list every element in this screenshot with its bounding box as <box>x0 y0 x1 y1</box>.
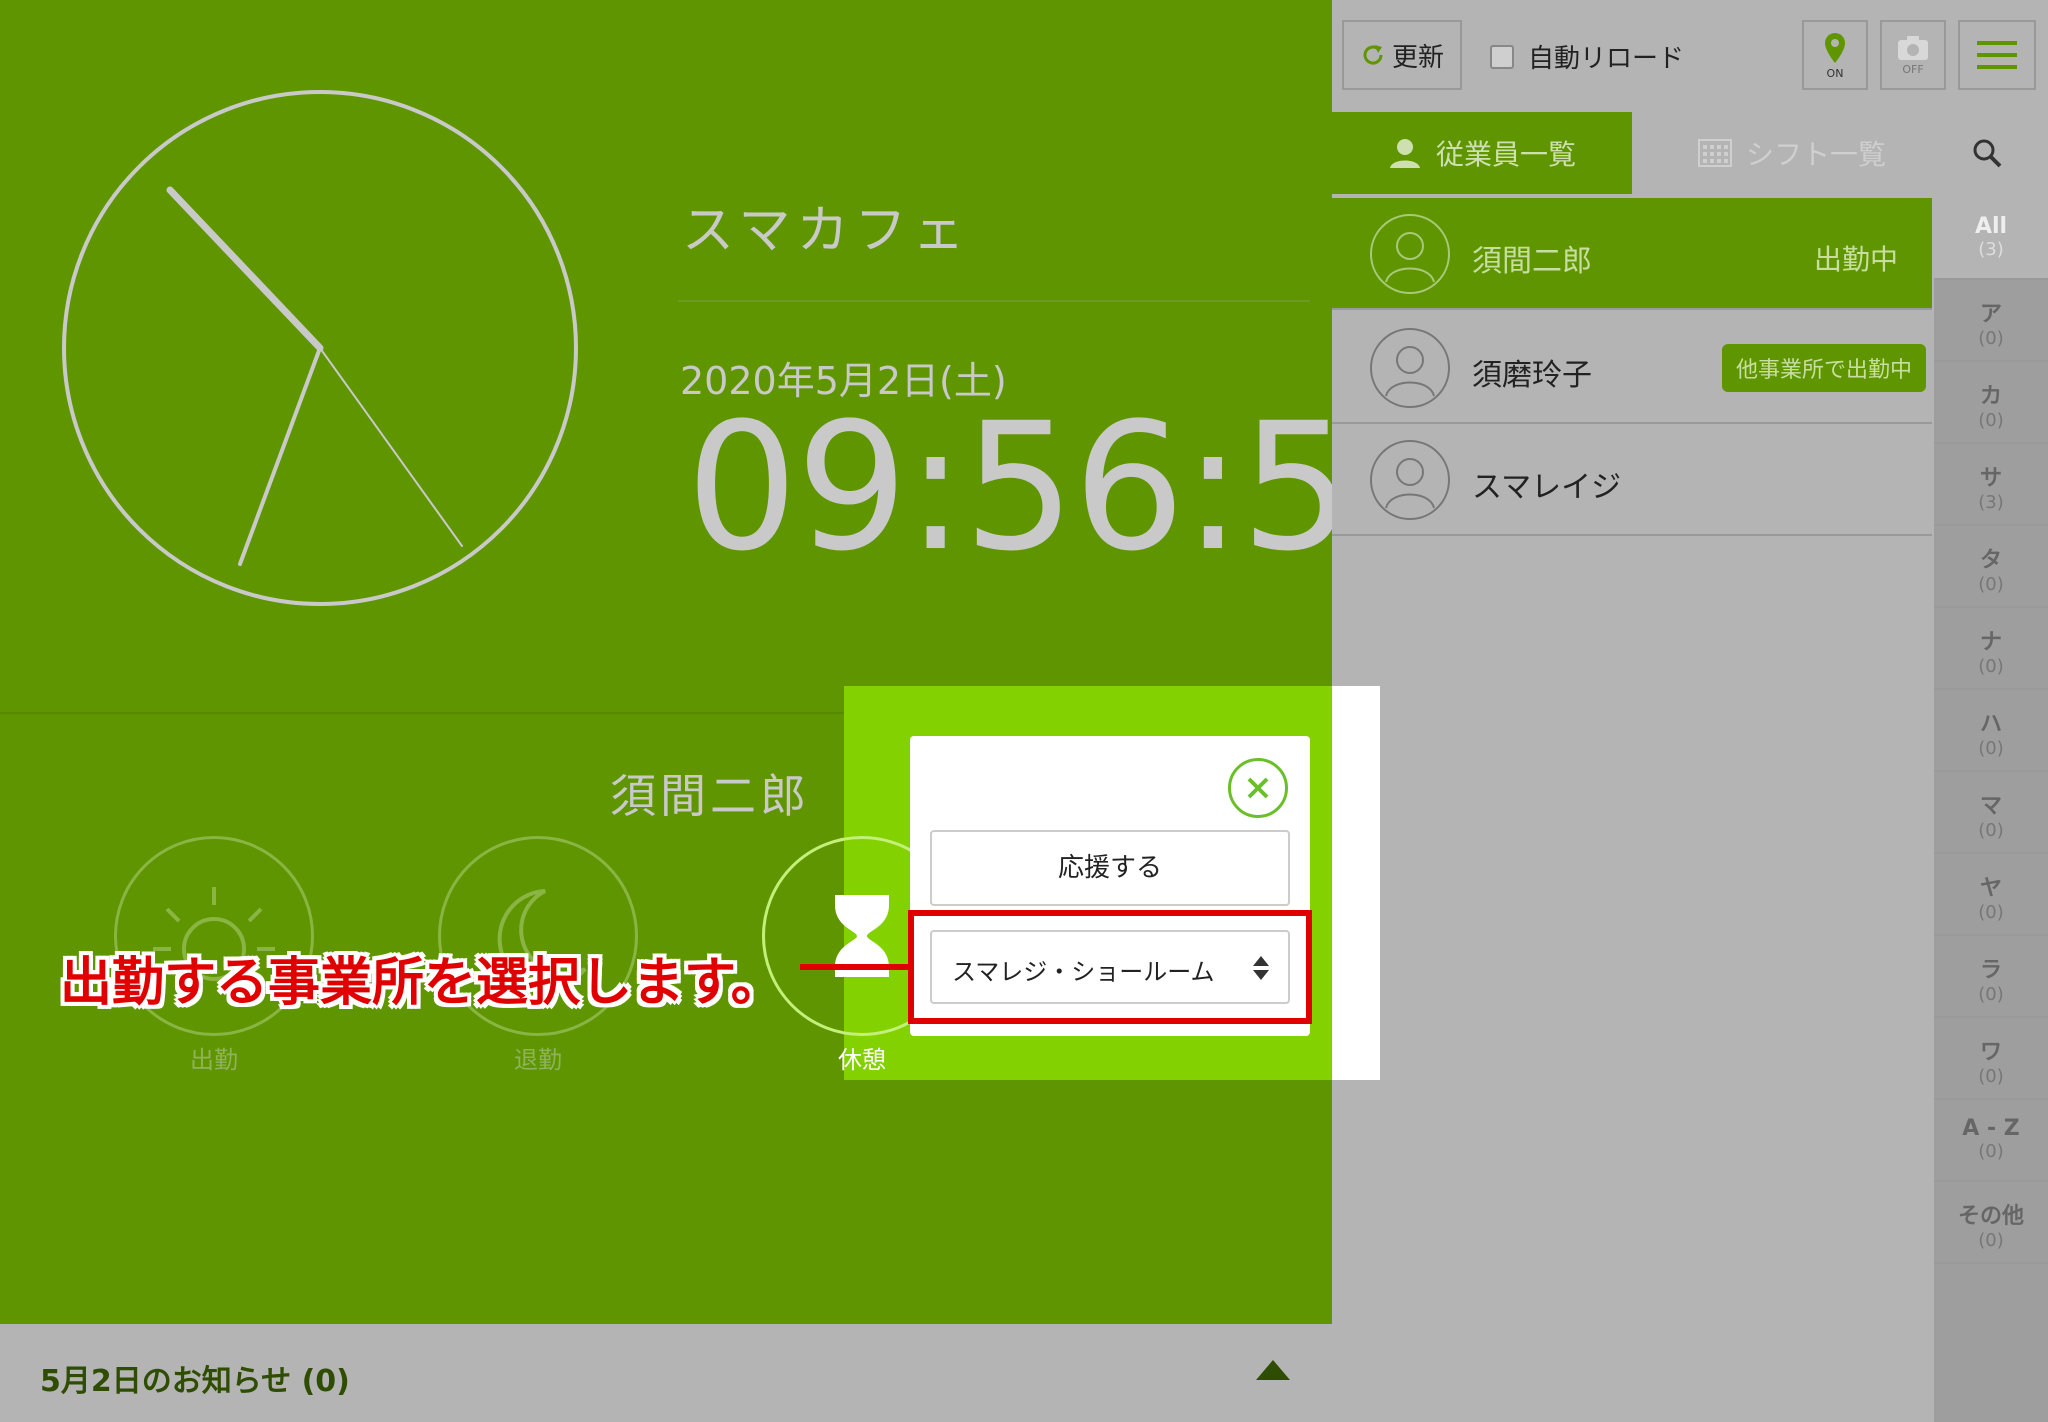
map-pin-icon <box>1825 32 1845 63</box>
index-count: (0) <box>1978 1141 2004 1162</box>
callout-line <box>800 964 910 970</box>
refresh-icon <box>1363 45 1383 65</box>
index-key: ワ <box>1979 1040 2002 1065</box>
employee-row[interactable]: 須間二郎 出勤中 <box>1332 198 1932 310</box>
location-button[interactable]: ON <box>1802 20 1868 90</box>
tab-shifts[interactable]: シフト一覧 <box>1632 112 1952 194</box>
analog-clock <box>62 90 578 606</box>
index-item-wa[interactable]: ワ (0) <box>1934 1018 2048 1100</box>
index-key: ヤ <box>1979 876 2002 901</box>
index-item-na[interactable]: ナ (0) <box>1934 608 2048 690</box>
camera-button[interactable]: OFF <box>1880 20 1946 90</box>
index-item-ha[interactable]: ハ (0) <box>1934 690 2048 772</box>
index-count: (0) <box>1978 984 2004 1005</box>
highlight-edge <box>1332 686 1380 1080</box>
person-icon <box>1385 232 1435 283</box>
employee-name: スマレイジ <box>1472 470 1622 505</box>
index-item-ya[interactable]: ヤ (0) <box>1934 854 2048 936</box>
highlight-box <box>908 910 1312 1024</box>
index-key: ハ <box>1979 712 2002 737</box>
break-label: 休憩 <box>838 1046 886 1074</box>
kana-index: All (3) ア (0) カ (0) サ (3) タ (0) ナ (0) ハ (0) マ (0… <box>1934 198 2048 1422</box>
index-item-ma[interactable]: マ (0) <box>1934 772 2048 854</box>
index-key: All <box>1974 214 2008 239</box>
camera-status: OFF <box>1902 62 1924 76</box>
notice-label: 5月2日のお知らせ (0) <box>40 1364 350 1399</box>
index-item-ta[interactable]: タ (0) <box>1934 526 2048 608</box>
calendar-grid-icon <box>1697 139 1732 167</box>
index-count: (0) <box>1978 1230 2004 1251</box>
index-count: (0) <box>1978 574 2004 595</box>
employee-row[interactable]: スマレイジ <box>1332 424 1932 536</box>
divider <box>678 300 1310 302</box>
hamburger-icon <box>1977 41 2017 69</box>
index-key: A - Z <box>1962 1116 2020 1141</box>
index-item-ka[interactable]: カ (0) <box>1934 362 2048 444</box>
index-count: (0) <box>1978 738 2004 759</box>
callout-text: 出勤する事業所を選択します。 <box>60 953 783 1013</box>
index-count: (3) <box>1978 492 2004 513</box>
employee-name: 須間二郎 <box>1472 244 1592 279</box>
close-button[interactable] <box>1228 758 1288 818</box>
index-key: ラ <box>1979 958 2002 983</box>
index-key: マ <box>1979 794 2002 819</box>
avatar <box>1370 214 1450 294</box>
tab-shifts-label: シフト一覧 <box>1745 138 1886 171</box>
index-item-az[interactable]: A - Z (0) <box>1934 1100 2048 1182</box>
avatar <box>1370 440 1450 520</box>
index-item-ra[interactable]: ラ (0) <box>1934 936 2048 1018</box>
index-key: サ <box>1979 466 2002 491</box>
employee-sidebar: 更新 自動リロード ON OFF 従業員一覧 シフト一覧 須間二郎 出勤中 須磨… <box>1332 0 2048 1422</box>
chevron-up-icon[interactable] <box>1256 1360 1290 1380</box>
auto-reload-toggle[interactable]: 自動リロード <box>1490 38 1684 75</box>
auto-reload-checkbox[interactable] <box>1490 44 1514 69</box>
menu-button[interactable] <box>1958 20 2036 90</box>
index-count: (0) <box>1978 1066 2004 1087</box>
index-key: その他 <box>1957 1204 2024 1229</box>
status-text: 出勤中 <box>1813 243 1898 276</box>
employee-row[interactable]: 須磨玲子 他事業所で出勤中 <box>1332 312 1932 424</box>
close-icon <box>1247 777 1269 799</box>
index-count: (0) <box>1978 410 2004 431</box>
index-key: ナ <box>1979 630 2002 655</box>
person-icon <box>1385 346 1435 397</box>
clock-in-label: 出勤 <box>190 1046 238 1074</box>
person-icon <box>1389 139 1420 168</box>
index-key: カ <box>1979 384 2002 409</box>
index-key: ア <box>1979 302 2002 327</box>
location-status: ON <box>1826 66 1844 80</box>
notice-bar[interactable]: 5月2日のお知らせ (0) <box>0 1324 1332 1422</box>
refresh-button[interactable]: 更新 <box>1342 20 1462 90</box>
status-badge: 他事業所で出勤中 <box>1721 344 1926 392</box>
index-item-other[interactable]: その他 (0) <box>1934 1182 2048 1264</box>
camera-icon <box>1898 35 1928 60</box>
index-item-all[interactable]: All (3) <box>1934 198 2048 280</box>
person-icon <box>1385 458 1435 509</box>
index-count: (0) <box>1978 820 2004 841</box>
avatar <box>1370 328 1450 408</box>
store-name: スマカフェ <box>682 201 971 261</box>
index-count: (0) <box>1978 328 2004 349</box>
employee-name: 須磨玲子 <box>1472 358 1592 393</box>
index-item-sa[interactable]: サ (3) <box>1934 444 2048 526</box>
index-key: タ <box>1979 548 2002 573</box>
index-count: (0) <box>1978 656 2004 677</box>
index-count: (3) <box>1978 239 2004 260</box>
selected-employee-name: 須間二郎 <box>610 769 810 823</box>
index-item-a[interactable]: ア (0) <box>1934 280 2048 362</box>
index-count: (0) <box>1978 902 2004 923</box>
clock-out-label: 退勤 <box>514 1046 562 1074</box>
tab-employees[interactable]: 従業員一覧 <box>1332 112 1632 194</box>
auto-reload-label: 自動リロード <box>1528 44 1685 74</box>
tab-employees-label: 従業員一覧 <box>1435 138 1576 171</box>
support-button[interactable]: 応援する <box>930 830 1290 906</box>
search-icon[interactable] <box>1972 138 2002 168</box>
refresh-label: 更新 <box>1391 42 1444 73</box>
